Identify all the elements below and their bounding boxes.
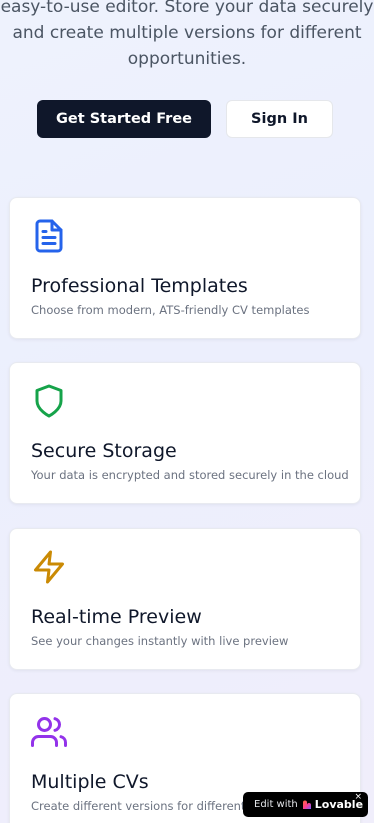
shield-icon xyxy=(31,383,67,419)
hero-line-3: opportunities. xyxy=(127,49,247,69)
feature-description: Choose from modern, ATS-friendly CV temp… xyxy=(31,303,310,317)
feature-description: Create different versions for different … xyxy=(31,799,273,813)
feature-description: See your changes instantly with live pre… xyxy=(31,634,289,648)
feature-title: Real-time Preview xyxy=(31,606,202,628)
close-icon[interactable]: × xyxy=(354,793,362,802)
feature-title: Secure Storage xyxy=(31,440,177,462)
hero-line-2: and create multiple versions for differe… xyxy=(12,23,362,43)
feature-title: Multiple CVs xyxy=(31,771,149,793)
document-icon xyxy=(31,218,67,254)
feature-description: Your data is encrypted and stored secure… xyxy=(31,468,349,482)
edit-with-lovable-badge[interactable]: Edit with Lovable × xyxy=(243,792,368,817)
lovable-logo-icon xyxy=(302,800,312,810)
feature-title: Professional Templates xyxy=(31,275,248,297)
sign-in-button[interactable]: Sign In xyxy=(226,100,333,138)
hero-description: easy-to-use editor. Store your data secu… xyxy=(0,0,374,72)
lightning-icon xyxy=(31,549,67,585)
feature-card-preview: Real-time Preview See your changes insta… xyxy=(9,528,361,670)
feature-card-templates: Professional Templates Choose from moder… xyxy=(9,197,361,339)
edit-with-label: Edit with xyxy=(254,799,298,810)
get-started-button[interactable]: Get Started Free xyxy=(37,100,211,138)
users-icon xyxy=(31,714,67,750)
hero-line-1: easy-to-use editor. Store your data secu… xyxy=(0,0,374,17)
feature-card-storage: Secure Storage Your data is encrypted an… xyxy=(9,362,361,504)
